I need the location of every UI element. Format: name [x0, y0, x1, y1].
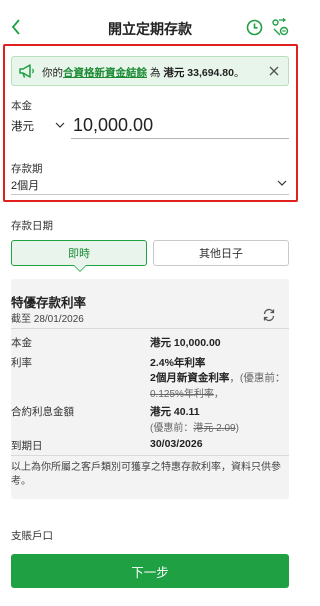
banner-suffix: 。	[233, 67, 245, 79]
rate-sub-label: 2個月新資金利率	[150, 372, 230, 384]
debit-account-label: 支賬戶口	[11, 530, 53, 542]
rates-percent-icon	[272, 18, 289, 36]
currency-value: 港元	[11, 121, 34, 133]
card-interest-orig: (優惠前：港元 2.09)	[150, 419, 239, 434]
rate-card-title: 特優存款利率	[11, 296, 87, 310]
rate-as-of-date: 截至 28/01/2026	[11, 314, 84, 325]
banner-text: 你的合資格新資金結餘 為 港元 33,694.80。	[42, 65, 244, 80]
refresh-icon	[263, 308, 275, 322]
card-principal-label: 本金	[11, 337, 32, 349]
card-maturity-value: 30/03/2026	[150, 438, 203, 450]
rate-disclaimer: 以上為你所屬之客戶類別可獲享之特惠存款利率，資料只供參考。	[11, 462, 281, 487]
card-principal-value: 港元 10,000.00	[150, 337, 221, 349]
card-interest-value: 港元 40.11	[150, 406, 200, 418]
card-rate-label: 利率	[11, 357, 32, 369]
chevron-down-icon	[277, 180, 287, 186]
card-divider	[11, 328, 289, 329]
card-interest-label: 合約利息金額	[11, 406, 74, 418]
term-value: 2個月	[11, 180, 40, 192]
interest-orig-suffix: )	[235, 423, 239, 434]
deposit-other-date-button[interactable]: 其他日子	[153, 240, 289, 266]
deposit-date-label: 存款日期	[11, 220, 53, 232]
principal-amount-input[interactable]	[71, 113, 289, 139]
history-clock-button[interactable]	[245, 18, 263, 36]
card-maturity-label: 到期日	[11, 440, 43, 452]
rate-orig-prefix: ，(優惠前：	[229, 372, 286, 384]
interest-orig-prefix: (優惠前：	[150, 423, 194, 434]
interest-orig-value: 港元 2.09	[193, 423, 236, 434]
chevron-down-icon	[55, 122, 65, 128]
term-label: 存款期	[11, 163, 43, 175]
refresh-rate-button[interactable]	[262, 308, 276, 322]
deposit-now-button[interactable]: 即時	[11, 240, 147, 266]
new-funds-banner: 你的合資格新資金結餘 為 港元 33,694.80。	[11, 56, 289, 86]
rate-orig-value: 0.125%年利率	[150, 389, 214, 400]
close-banner-button[interactable]	[267, 63, 281, 79]
eligible-funds-link[interactable]: 合資格新資金結餘	[63, 67, 147, 79]
card-rate-value: 2.4%年利率	[150, 357, 206, 369]
rates-button[interactable]	[271, 18, 289, 36]
clock-icon	[246, 19, 262, 35]
card-rate-sub: 2個月新資金利率，(優惠前：	[150, 370, 285, 385]
rate-orig-suffix: ，	[213, 389, 224, 400]
close-icon	[269, 66, 279, 76]
principal-label: 本金	[11, 100, 32, 112]
card-rate-orig: 0.125%年利率，	[150, 385, 224, 400]
megaphone-icon	[19, 64, 34, 78]
selection-pointer-fill	[74, 265, 86, 271]
banner-amount: 港元 33,694.80	[163, 67, 234, 79]
banner-middle: 為	[149, 67, 161, 79]
next-button[interactable]: 下一步	[11, 554, 289, 588]
currency-select[interactable]: 港元	[11, 118, 65, 138]
term-select[interactable]: 2個月	[11, 175, 289, 195]
card-divider	[11, 455, 289, 456]
banner-prefix: 你的	[42, 67, 63, 79]
